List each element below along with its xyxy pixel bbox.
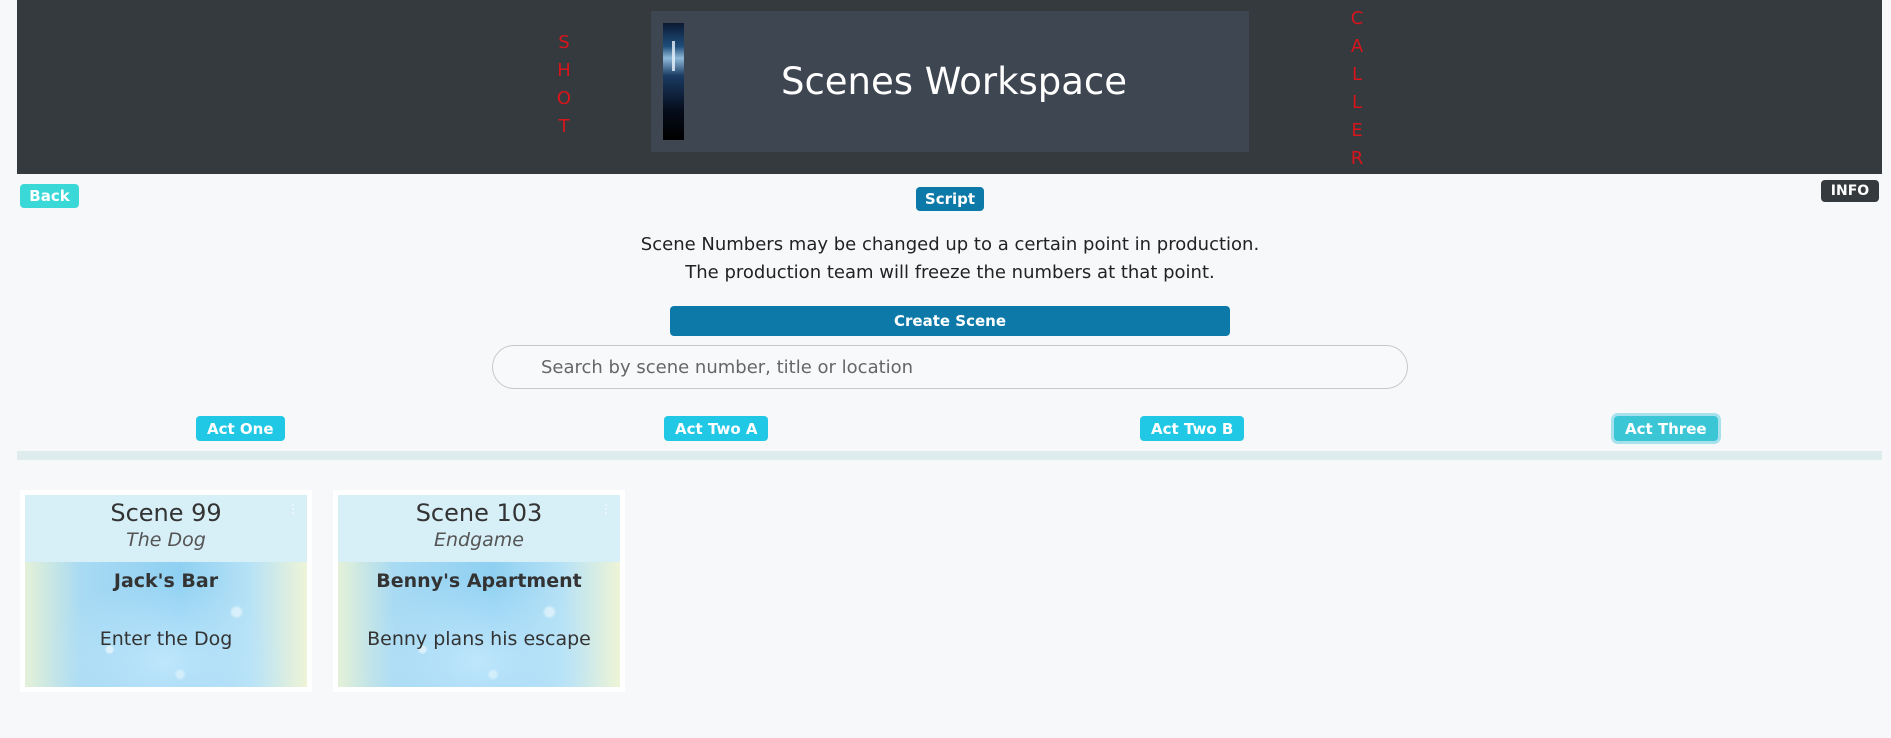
search-input[interactable]: [492, 345, 1408, 389]
app-header: S H O T Scenes Workspace C A L L E R: [17, 0, 1882, 174]
info-button[interactable]: INFO: [1821, 180, 1879, 202]
shot-letter: S: [558, 32, 570, 53]
caller-letter: E: [1351, 120, 1363, 141]
scene-card-header: Scene 103 Endgame ⋮: [338, 495, 620, 562]
scene-card-background: Jack's Bar Enter the Dog: [25, 562, 307, 687]
script-button[interactable]: Script: [916, 187, 984, 211]
notice-line-2: The production team will freeze the numb…: [685, 262, 1215, 283]
scene-description: Enter the Dog: [99, 628, 233, 650]
scene-number: Scene 99: [110, 499, 222, 527]
scene-card[interactable]: Scene 103 Endgame ⋮ Benny's Apartment Be…: [333, 490, 625, 692]
create-scene-button[interactable]: Create Scene: [670, 306, 1230, 336]
scene-location: Benny's Apartment: [376, 570, 582, 592]
notice-line-1: Scene Numbers may be changed up to a cer…: [640, 234, 1260, 255]
tab-act-two-a[interactable]: Act Two A: [664, 416, 769, 441]
caller-letter: R: [1350, 148, 1364, 169]
shot-vertical-label: S H O T: [554, 29, 574, 141]
tab-act-three[interactable]: Act Three: [1614, 416, 1718, 441]
shot-letter: T: [558, 116, 570, 137]
tab-act-one[interactable]: Act One: [196, 416, 285, 441]
tab-divider: [17, 451, 1882, 460]
title-banner: Scenes Workspace: [651, 11, 1249, 152]
caller-letter: L: [1351, 92, 1363, 113]
more-options-icon[interactable]: ⋮: [600, 503, 612, 521]
scene-title: Endgame: [433, 529, 524, 551]
shot-letter: O: [556, 88, 572, 109]
more-options-icon[interactable]: ⋮: [287, 503, 299, 521]
caller-letter: L: [1351, 64, 1363, 85]
shot-letter: H: [557, 60, 571, 81]
tab-act-two-b[interactable]: Act Two B: [1140, 416, 1245, 441]
page-title: Scenes Workspace: [780, 60, 1128, 103]
scene-card[interactable]: Scene 99 The Dog ⋮ Jack's Bar Enter the …: [20, 490, 312, 692]
caller-vertical-label: C A L L E R: [1347, 5, 1367, 173]
scene-location: Jack's Bar: [113, 570, 219, 592]
scene-description: Benny plans his escape: [367, 628, 591, 650]
caller-letter: C: [1350, 8, 1364, 29]
back-button[interactable]: Back: [20, 184, 79, 208]
scene-card-header: Scene 99 The Dog ⋮: [25, 495, 307, 562]
caller-letter: A: [1350, 36, 1364, 57]
scene-number: Scene 103: [415, 499, 543, 527]
scene-title: The Dog: [126, 529, 206, 551]
scene-card-background: Benny's Apartment Benny plans his escape: [338, 562, 620, 687]
